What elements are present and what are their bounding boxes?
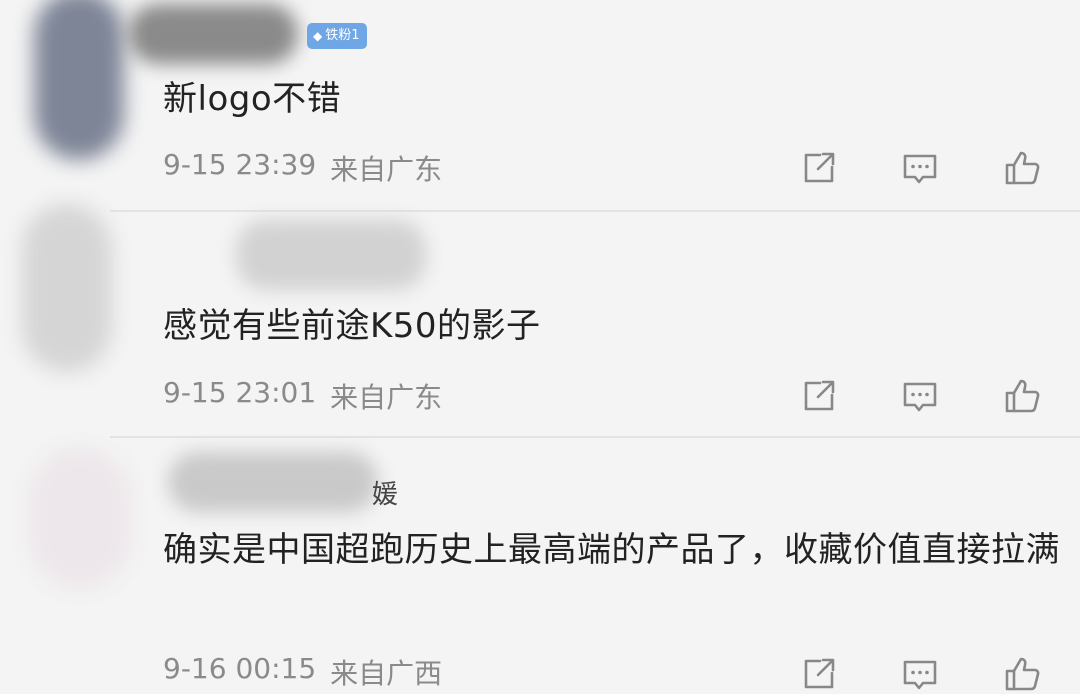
share-button[interactable] (796, 146, 840, 190)
comment-actions (796, 146, 1044, 190)
reply-button[interactable] (898, 652, 942, 694)
comment-icon (903, 154, 937, 184)
badge-label: 铁粉1 (325, 28, 360, 43)
comment-icon (903, 660, 937, 690)
comment-location: 来自广东 (330, 153, 443, 186)
username-blurred[interactable] (168, 452, 378, 512)
share-button[interactable] (796, 652, 840, 694)
fan-badge: ◆ 铁粉1 (307, 23, 367, 49)
comment-meta: 9-15 23:39 来自广东 (163, 148, 442, 188)
share-button[interactable] (796, 374, 840, 418)
like-button[interactable] (1000, 652, 1044, 694)
comment-item: 媛 确实是中国超跑历史上最高端的产品了，收藏价值直接拉满 9-16 00:15 … (0, 438, 1080, 694)
username-blurred[interactable] (236, 220, 426, 290)
like-button[interactable] (1000, 374, 1044, 418)
comment-meta: 9-16 00:15 来自广西 (163, 652, 442, 692)
comment-item: ◆ 铁粉1 新logo不错 9-15 23:39 来自广东 (0, 0, 1080, 210)
avatar[interactable] (22, 204, 112, 372)
reply-button[interactable] (898, 374, 942, 418)
avatar[interactable] (30, 448, 130, 588)
comment-text: 确实是中国超跑历史上最高端的产品了，收藏价值直接拉满 (163, 530, 1060, 570)
comment-text: 新logo不错 (163, 79, 342, 119)
reply-button[interactable] (898, 146, 942, 190)
share-icon (804, 658, 835, 689)
comment-actions (796, 374, 1044, 418)
diamond-icon: ◆ (313, 29, 323, 43)
avatar[interactable] (34, 0, 124, 160)
comment-text: 感觉有些前途K50的影子 (163, 306, 541, 346)
comment-time: 9-15 23:01 (163, 376, 317, 409)
thumbs-up-icon (1005, 151, 1040, 185)
comment-location: 来自广西 (330, 657, 443, 690)
thumbs-up-icon (1005, 657, 1040, 691)
comment-item: 感觉有些前途K50的影子 9-15 23:01 来自广东 (0, 204, 1080, 436)
comment-actions (796, 652, 1044, 694)
like-button[interactable] (1000, 146, 1044, 190)
share-icon (804, 380, 835, 411)
thumbs-up-icon (1005, 379, 1040, 413)
comment-feed: ◆ 铁粉1 新logo不错 9-15 23:39 来自广东 感觉有些前途K50的… (0, 0, 1080, 694)
comment-location: 来自广东 (330, 381, 443, 414)
comment-icon (903, 382, 937, 412)
comment-meta: 9-15 23:01 来自广东 (163, 376, 442, 416)
username-blurred[interactable] (128, 4, 298, 64)
share-icon (804, 152, 835, 183)
comment-time: 9-15 23:39 (163, 148, 317, 181)
username-visible-fragment: 媛 (372, 480, 399, 510)
comment-time: 9-16 00:15 (163, 652, 317, 685)
